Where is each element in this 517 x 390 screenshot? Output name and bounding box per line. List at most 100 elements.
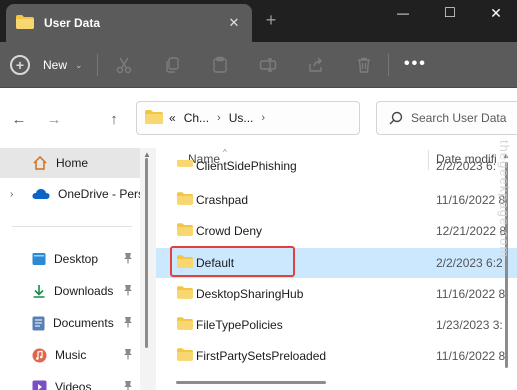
minimize-icon: —: [397, 6, 409, 20]
more-options-button[interactable]: •••: [404, 54, 427, 74]
sidebar-item-label: Documents: [53, 316, 114, 330]
pin-icon[interactable]: [123, 380, 133, 390]
horizontal-scrollbar[interactable]: [176, 381, 326, 384]
search-input[interactable]: [411, 111, 511, 125]
paste-icon[interactable]: [209, 54, 231, 76]
copy-icon[interactable]: [161, 54, 183, 76]
search-box[interactable]: [376, 101, 517, 135]
folder-icon: [177, 160, 193, 170]
folder-icon: [177, 348, 193, 364]
rename-icon[interactable]: [257, 54, 279, 76]
arrow-up-icon: ↑: [110, 110, 118, 128]
chevron-down-icon: ⌄: [75, 59, 83, 70]
pin-icon[interactable]: [123, 252, 133, 267]
sidebar-item-videos[interactable]: Videos: [0, 372, 140, 390]
new-plus-icon: +: [10, 55, 30, 75]
pin-icon[interactable]: [123, 348, 133, 363]
navigation-row: ← → ↑ « Ch... › Us... ›: [0, 88, 517, 148]
sidebar-item-label: Downloads: [54, 284, 114, 298]
file-list: ^ Name Date modifi ClientSidePhishing 2/…: [156, 148, 517, 390]
arrow-right-icon: →: [46, 110, 62, 128]
sort-arrow-icon: ^: [223, 148, 227, 157]
sidebar-item-documents[interactable]: Documents: [0, 308, 140, 338]
sidebar-item-desktop[interactable]: Desktop: [0, 244, 140, 274]
folder-icon: [177, 317, 193, 333]
file-name: DesktopSharingHub: [196, 287, 304, 301]
address-bar[interactable]: « Ch... › Us... ›: [136, 101, 360, 135]
file-name: Crowd Deny: [196, 224, 263, 238]
new-label: New: [43, 58, 68, 72]
breadcrumb-overflow[interactable]: «: [169, 111, 176, 125]
sidebar-item-home[interactable]: Home: [0, 148, 140, 178]
sidebar-item-label: Desktop: [54, 252, 99, 266]
list-item-selected[interactable]: Default 2/2/2023 6:2: [156, 248, 517, 278]
active-tab[interactable]: User Data ✕: [6, 4, 252, 42]
sidebar-item-label: Videos: [55, 380, 92, 390]
close-button[interactable]: ✕: [476, 3, 516, 23]
pane-splitter[interactable]: [140, 148, 156, 390]
music-icon: [32, 348, 47, 363]
videos-icon: [32, 380, 47, 390]
sidebar-divider: [12, 226, 132, 227]
sidebar-item-downloads[interactable]: Downloads: [0, 276, 140, 306]
file-date: 11/16/2022 8: [436, 349, 506, 363]
toolbar-divider: [97, 54, 98, 76]
download-icon: [32, 284, 46, 298]
list-item[interactable]: ClientSidePhishing 2/2/2023 6:: [156, 160, 517, 178]
breadcrumb-item[interactable]: Us...: [229, 111, 254, 125]
tab-title: User Data: [44, 16, 101, 30]
toolbar-divider: [388, 54, 389, 76]
maximize-icon: □: [445, 4, 455, 21]
onedrive-icon: [32, 188, 50, 200]
breadcrumb-item[interactable]: Ch...: [184, 111, 209, 125]
sidebar-item-label: Home: [56, 156, 89, 170]
back-button[interactable]: ←: [8, 108, 30, 130]
file-name: Default: [196, 256, 235, 270]
folder-icon: [16, 14, 34, 32]
folder-icon: [177, 286, 193, 302]
up-button[interactable]: ↑: [103, 108, 125, 130]
title-bar: User Data ✕ + — □ ✕: [0, 0, 517, 42]
chevron-right-icon[interactable]: ›: [10, 189, 13, 200]
file-date: 11/16/2022 8: [436, 287, 506, 301]
list-item[interactable]: Crashpad 11/16/2022 8: [156, 186, 517, 214]
list-item[interactable]: FileTypePolicies 1/23/2023 3:: [156, 311, 517, 339]
watermark: thegeekpage.com: [497, 140, 512, 259]
navigation-pane: Home › OneDrive - Pers Desktop Downloads…: [0, 148, 140, 390]
delete-icon[interactable]: [353, 54, 375, 76]
new-tab-button[interactable]: +: [260, 10, 282, 30]
folder-icon: [177, 192, 193, 208]
arrow-left-icon: ←: [11, 110, 27, 128]
folder-icon: [177, 255, 193, 271]
file-name: FirstPartySetsPreloaded: [196, 349, 327, 363]
sidebar-item-onedrive[interactable]: › OneDrive - Pers: [0, 179, 140, 209]
file-name: ClientSidePhishing: [196, 160, 297, 173]
share-icon[interactable]: [305, 54, 327, 76]
close-icon: ✕: [490, 4, 502, 21]
list-item[interactable]: FirstPartySetsPreloaded 11/16/2022 8: [156, 342, 517, 370]
minimize-button[interactable]: —: [383, 3, 423, 23]
folder-icon: [145, 109, 163, 127]
tab-close-icon[interactable]: ✕: [222, 15, 246, 31]
list-item[interactable]: DesktopSharingHub 11/16/2022 8: [156, 280, 517, 308]
file-name: Crashpad: [196, 193, 249, 207]
command-bar: + New ⌄ •••: [0, 42, 517, 88]
sidebar-item-music[interactable]: Music: [0, 340, 140, 370]
home-icon: [32, 155, 48, 171]
cut-icon[interactable]: [113, 54, 135, 76]
folder-icon: [177, 223, 193, 239]
sidebar-item-label: Music: [55, 348, 87, 362]
desktop-icon: [32, 252, 46, 266]
breadcrumb-chevron-icon[interactable]: ›: [261, 112, 265, 124]
sidebar-item-label: OneDrive - Pers: [58, 187, 140, 201]
list-item[interactable]: Crowd Deny 12/21/2022 8: [156, 217, 517, 245]
documents-icon: [32, 316, 45, 331]
pin-icon[interactable]: [123, 284, 133, 299]
new-button[interactable]: + New ⌄: [10, 52, 83, 78]
maximize-button[interactable]: □: [430, 3, 470, 23]
sidebar-scrollbar[interactable]: [145, 158, 148, 348]
search-icon: [389, 111, 403, 125]
pin-icon[interactable]: [123, 316, 133, 331]
breadcrumb-chevron-icon[interactable]: ›: [217, 112, 221, 124]
forward-button[interactable]: →: [43, 108, 65, 130]
